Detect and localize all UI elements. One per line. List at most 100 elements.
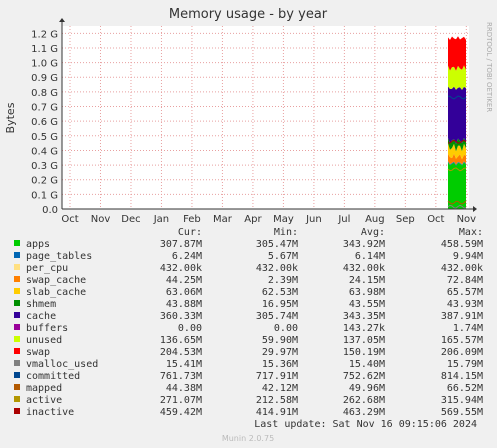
legend-swatch [14, 336, 20, 342]
legend-swatch [14, 408, 20, 414]
legend-series-name: shmem [26, 299, 56, 310]
legend-value: 15.36M [262, 359, 298, 370]
x-tick-label: Nov [91, 214, 111, 225]
x-tick-label: Aug [365, 214, 385, 225]
legend-value: 206.09M [441, 347, 483, 358]
legend-value: 43.88M [166, 299, 202, 310]
rrdtool-credit: RRDTOOL / TOBI OETIKER [485, 22, 493, 112]
x-tick-label: Jul [337, 214, 350, 225]
legend-value: 463.29M [343, 407, 385, 418]
legend-value: 1.74M [453, 323, 483, 334]
legend-value: 204.53M [160, 347, 202, 358]
legend-value: 432.00k [256, 263, 298, 274]
x-tick-label: Jun [305, 214, 322, 225]
legend-value: 150.19M [343, 347, 385, 358]
legend-swatch [14, 372, 20, 378]
area-swap [448, 36, 466, 71]
y-tick-label: 0.6 G [31, 117, 58, 128]
legend-series-name: swap_cache [26, 275, 86, 286]
y-tick-label: 1.1 G [31, 44, 58, 55]
y-tick-label: 0.3 G [31, 161, 58, 172]
legend-series-name: active [26, 395, 62, 406]
legend-value: 143.27k [343, 323, 385, 334]
legend-series-name: swap [26, 347, 50, 358]
legend-value: 458.59M [441, 239, 483, 250]
legend-value: 387.91M [441, 311, 483, 322]
legend-swatch [14, 264, 20, 270]
legend-header: Cur: [178, 227, 202, 238]
legend-value: 459.42M [160, 407, 202, 418]
y-tick-label: 0.2 G [31, 176, 58, 187]
legend-value: 42.12M [262, 383, 298, 394]
legend-value: 66.52M [447, 383, 483, 394]
legend-value: 59.90M [262, 335, 298, 346]
legend-value: 15.40M [349, 359, 385, 370]
legend-value: 717.91M [256, 371, 298, 382]
legend-value: 44.25M [166, 275, 202, 286]
legend-value: 0.00 [178, 323, 202, 334]
legend-value: 43.93M [447, 299, 483, 310]
plot-area [62, 26, 469, 209]
legend-value: 72.84M [447, 275, 483, 286]
legend-swatch [14, 396, 20, 402]
legend-value: 761.73M [160, 371, 202, 382]
x-tick-label: Sep [396, 214, 415, 225]
last-update: Last update: Sat Nov 16 09:15:06 2024 [254, 419, 477, 430]
legend-series-name: cache [26, 311, 56, 322]
legend-value: 814.15M [441, 371, 483, 382]
legend-value: 0.00 [274, 323, 298, 334]
legend-swatch [14, 252, 20, 258]
legend-series-name: buffers [26, 323, 68, 334]
legend-series-name: committed [26, 371, 80, 382]
legend-value: 271.07M [160, 395, 202, 406]
legend-value: 432.00k [343, 263, 385, 274]
legend-series-name: page_tables [26, 251, 92, 262]
legend-swatch [14, 288, 20, 294]
legend-value: 262.68M [343, 395, 385, 406]
legend-value: 360.33M [160, 311, 202, 322]
legend-value: 16.95M [262, 299, 298, 310]
legend-value: 24.15M [349, 275, 385, 286]
x-tick-label: Oct [61, 214, 78, 225]
legend-header: Min: [274, 227, 298, 238]
legend-header: Max: [459, 227, 483, 238]
legend-value: 343.92M [343, 239, 385, 250]
legend-value: 29.97M [262, 347, 298, 358]
y-tick-label: 0.0 [42, 205, 58, 216]
legend-value: 5.67M [268, 251, 298, 262]
legend-value: 6.14M [355, 251, 385, 262]
legend-value: 569.55M [441, 407, 483, 418]
legend-value: 44.38M [166, 383, 202, 394]
legend-swatch [14, 324, 20, 330]
x-tick-label: Oct [427, 214, 444, 225]
legend-value: 315.94M [441, 395, 483, 406]
legend-value: 15.79M [447, 359, 483, 370]
legend-swatch [14, 360, 20, 366]
x-tick-label: Nov [457, 214, 477, 225]
legend-value: 165.57M [441, 335, 483, 346]
memory-chart: 0.0 0.1 G 0.2 G 0.3 G 0.4 G 0.5 G 0.6 G 0.7 G 0.… [0, 0, 497, 448]
chart-title: Memory usage - by year [169, 7, 328, 22]
legend-value: 136.65M [160, 335, 202, 346]
legend-value: 432.00k [441, 263, 483, 274]
legend-value: 63.06M [166, 287, 202, 298]
legend-value: 212.58M [256, 395, 298, 406]
legend-value: 49.96M [349, 383, 385, 394]
legend-swatch [14, 240, 20, 246]
x-tick-label: May [273, 214, 294, 225]
legend-value: 343.35M [343, 311, 385, 322]
legend-series-name: slab_cache [26, 287, 86, 298]
x-tick-label: Apr [244, 214, 262, 225]
legend-value: 65.57M [447, 287, 483, 298]
legend-value: 62.53M [262, 287, 298, 298]
legend-value: 6.24M [172, 251, 202, 262]
y-tick-label: 0.9 G [31, 73, 58, 84]
area-cache [448, 86, 466, 144]
y-tick-label: 0.8 G [31, 88, 58, 99]
legend-swatch [14, 348, 20, 354]
legend-value: 63.98M [349, 287, 385, 298]
x-tick-label: Dec [121, 214, 140, 225]
legend-header: Avg: [361, 227, 385, 238]
legend-swatch [14, 276, 20, 282]
x-tick-label: Mar [213, 214, 233, 225]
